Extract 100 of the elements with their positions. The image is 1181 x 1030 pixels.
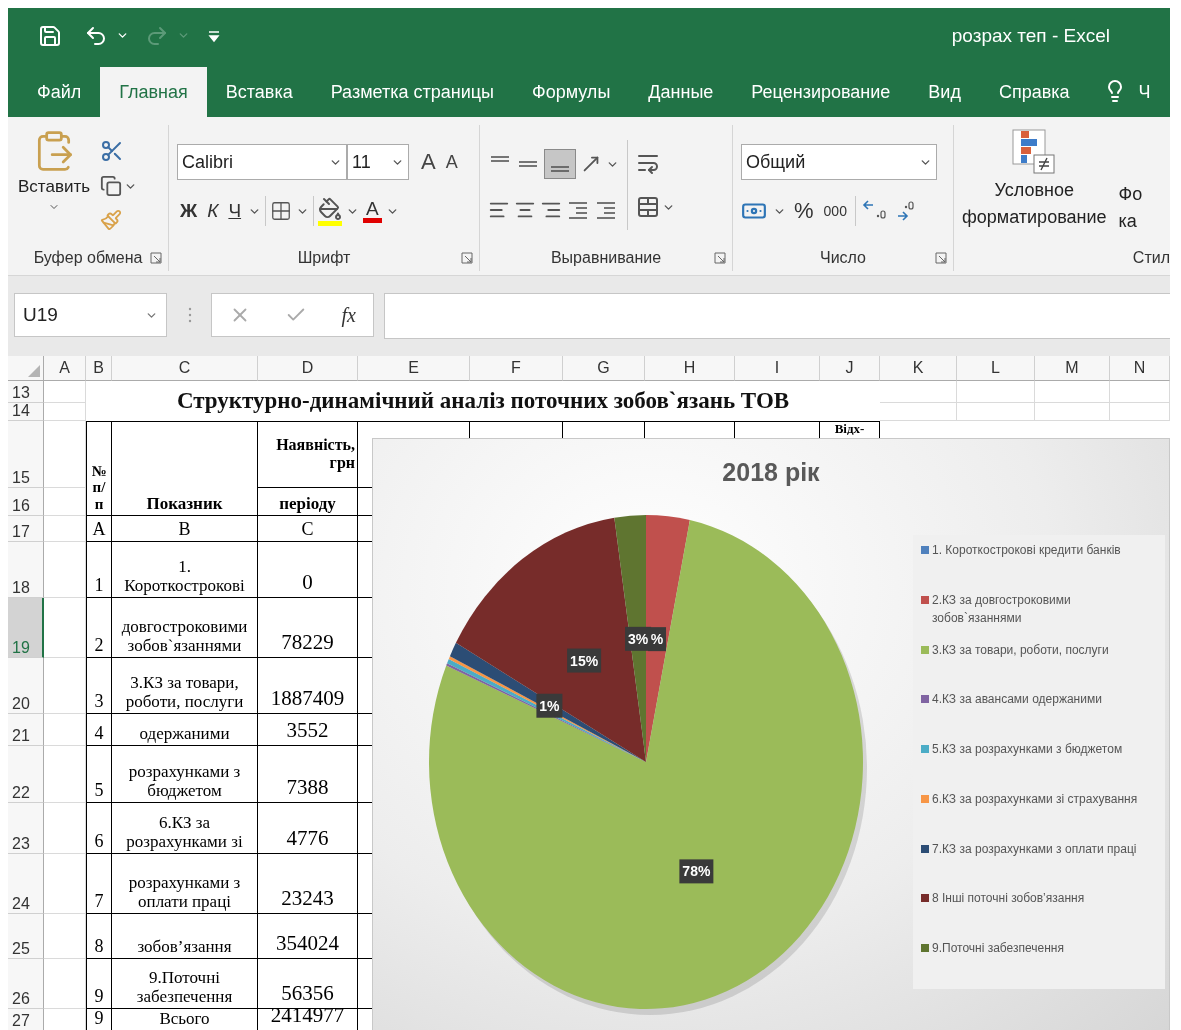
ribbon-tab[interactable]: Данные xyxy=(629,67,733,117)
table-cell: 3 xyxy=(86,658,112,714)
table-cell: 23243 xyxy=(258,854,358,914)
column-header[interactable]: C xyxy=(112,356,258,381)
table-cell: 1 xyxy=(86,542,112,598)
font-name-select[interactable]: Calibri xyxy=(177,144,347,180)
row-header[interactable]: 25 xyxy=(8,914,44,959)
table-cell: 1. Короткострокові xyxy=(112,542,258,598)
bold-button[interactable]: Ж xyxy=(177,200,201,222)
table-cell: 5 xyxy=(86,746,112,803)
table-cell: зобов’язання xyxy=(112,914,258,959)
legend-label: 4.КЗ за авансами одержаними xyxy=(932,691,1102,709)
data-label: 1% xyxy=(536,693,563,718)
insert-function-button[interactable]: fx xyxy=(341,303,356,327)
column-header[interactable]: N xyxy=(1110,356,1170,381)
ribbon-tab[interactable]: Вид xyxy=(909,67,980,117)
column-header[interactable]: H xyxy=(645,356,735,381)
number-format-select[interactable]: Общий xyxy=(741,144,937,180)
table-cell: 7388 xyxy=(258,746,358,803)
row-header[interactable]: 27 xyxy=(8,1009,44,1030)
table-cell: 2 xyxy=(86,598,112,658)
group-label: Стил xyxy=(1132,249,1170,267)
legend-label: 5.КЗ за розрахунками з бюджетом xyxy=(932,741,1123,758)
column-header[interactable]: G xyxy=(563,356,645,381)
legend-label: 2.КЗ за довгостроковими зобов`язаннями xyxy=(932,591,1072,627)
legend-label: 1. Короткострокові кредити банків xyxy=(932,542,1121,559)
underline-button[interactable]: Ч xyxy=(225,200,245,222)
ribbon-tab[interactable]: Вставка xyxy=(206,67,312,117)
column-header[interactable]: K xyxy=(880,356,957,381)
conditional-formatting-button[interactable]: Условное форматирование xyxy=(962,177,1107,231)
ribbon-tab[interactable]: Рецензирование xyxy=(732,67,910,117)
ribbon-tab[interactable]: Справка xyxy=(979,67,1089,117)
table-cell: С xyxy=(258,516,358,542)
table-cell: розрахунками з бюджетом xyxy=(112,746,258,803)
column-header[interactable]: I xyxy=(735,356,820,381)
table-header-cell: № п/ п xyxy=(86,421,112,516)
table-cell: В xyxy=(112,516,258,542)
table-cell: 0 xyxy=(258,542,358,598)
table-header-cell: Показник xyxy=(112,421,258,516)
ribbon-tab[interactable]: Главная xyxy=(100,67,207,117)
row-header[interactable]: 26 xyxy=(8,959,44,1009)
font-color-button[interactable]: A xyxy=(363,199,382,223)
group-label: Буфер обмена xyxy=(33,249,143,267)
table-cell: 56356 xyxy=(258,959,358,1009)
paste-button[interactable]: Вставить xyxy=(16,125,93,245)
table-cell: 4 xyxy=(86,714,112,746)
table-header-cell: Наявність, грн xyxy=(258,421,358,488)
column-header[interactable]: L xyxy=(957,356,1035,381)
table-cell: 1887409 xyxy=(258,658,358,714)
table-cell: 3552 xyxy=(258,714,358,746)
column-header[interactable]: A xyxy=(44,356,86,381)
table-cell: 9 xyxy=(86,1009,112,1030)
column-header[interactable]: D xyxy=(258,356,358,381)
table-cell: 3.КЗ за товари, роботи, послуги xyxy=(112,658,258,714)
row-header[interactable]: 18 xyxy=(8,542,44,598)
table-cell: довгостроковими зобов`язаннями xyxy=(112,598,258,658)
table-cell: 7 xyxy=(86,854,112,914)
group-label: Число xyxy=(820,249,866,267)
table-cell: одержаними xyxy=(112,714,258,746)
italic-button[interactable]: К xyxy=(204,200,222,222)
table-cell: 78229 xyxy=(258,598,358,658)
data-label: 15% xyxy=(567,648,602,673)
format-as-table-button[interactable]: Фо ка xyxy=(1118,125,1143,245)
name-box[interactable]: U19 xyxy=(14,293,167,337)
ribbon-tab[interactable]: Формулы xyxy=(513,67,630,117)
row-header[interactable]: 19 xyxy=(8,598,44,658)
table-cell: 6.КЗ за розрахунками зі xyxy=(112,803,258,854)
row-header[interactable]: 22 xyxy=(8,746,44,803)
shrink-font-button[interactable]: A xyxy=(443,151,460,173)
table-cell: 4776 xyxy=(258,803,358,854)
thousands-button[interactable]: 000 xyxy=(821,203,849,219)
row-header[interactable]: 23 xyxy=(8,803,44,854)
grow-font-button[interactable]: A xyxy=(419,149,438,175)
row-header[interactable]: 20 xyxy=(8,658,44,714)
row-header[interactable]: 17 xyxy=(8,516,44,542)
percent-button[interactable]: % xyxy=(792,198,816,224)
group-label: Шрифт xyxy=(297,249,351,267)
column-header[interactable]: E xyxy=(358,356,470,381)
row-header[interactable]: 15 xyxy=(8,421,44,488)
legend-label: 8 Інші поточні зобов’язання xyxy=(932,890,1085,908)
row-header[interactable]: 24 xyxy=(8,854,44,914)
group-label: Выравнивание xyxy=(550,249,662,267)
font-size-select[interactable]: 11 xyxy=(347,144,409,180)
row-header[interactable]: 13 xyxy=(8,381,44,403)
ribbon-tab[interactable]: Разметка страницы xyxy=(311,67,513,117)
column-header[interactable]: B xyxy=(86,356,112,381)
chart-title: 2018 рік xyxy=(722,457,820,487)
data-label: 78% xyxy=(679,859,714,884)
column-header[interactable]: J xyxy=(820,356,880,381)
table-cell: 9 xyxy=(86,959,112,1009)
column-header[interactable]: M xyxy=(1035,356,1110,381)
ribbon-tab[interactable]: Файл xyxy=(18,67,101,117)
table-cell: А xyxy=(86,516,112,542)
column-header[interactable]: F xyxy=(470,356,563,381)
table-header-cell: періоду xyxy=(258,488,358,516)
tell-me-search[interactable]: Ч xyxy=(1138,67,1151,117)
row-header[interactable]: 14 xyxy=(8,403,44,421)
row-header[interactable]: 16 xyxy=(8,488,44,516)
table-cell: 9.Поточні забезпечення xyxy=(112,959,258,1009)
row-header[interactable]: 21 xyxy=(8,714,44,746)
